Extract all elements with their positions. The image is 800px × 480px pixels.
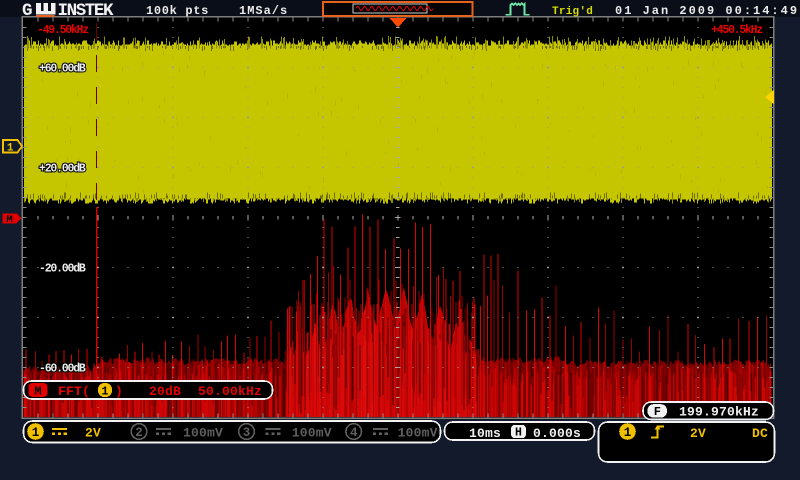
svg-text:H: H [515,426,522,439]
svg-text:G: G [22,1,33,21]
svg-text:100mV: 100mV [292,425,332,440]
svg-text:01 Jan 2009 00:14:49: 01 Jan 2009 00:14:49 [615,4,799,18]
svg-text:100k pts: 100k pts [146,4,209,18]
svg-text:Trig'd: Trig'd [552,6,593,18]
svg-text:1: 1 [7,143,14,155]
svg-text:2: 2 [135,426,143,440]
svg-text:2V: 2V [690,426,706,441]
svg-text:F: F [654,405,661,419]
svg-text:INSTEK: INSTEK [58,1,115,21]
svg-text:+20.00dB: +20.00dB [39,163,86,176]
svg-text:100mV: 100mV [398,425,438,440]
svg-text:-20.00dB: -20.00dB [39,263,86,276]
svg-text:1: 1 [624,426,632,440]
svg-text:FFT(: FFT( [58,384,90,399]
svg-text:M: M [34,385,41,399]
svg-text:199.970kHz: 199.970kHz [679,404,759,419]
svg-text:M: M [6,214,12,226]
svg-text:4: 4 [350,426,358,440]
svg-text:2V: 2V [85,425,101,440]
svg-text:-60.00dB: -60.00dB [39,363,86,376]
svg-text:10ms: 10ms [469,426,501,441]
svg-text:1MSa/s: 1MSa/s [239,4,288,18]
svg-text:50.00kHz: 50.00kHz [198,384,262,399]
svg-text:): ) [115,384,123,399]
svg-text:-49.50kHz: -49.50kHz [37,24,89,37]
svg-text:0.000s: 0.000s [533,426,581,441]
svg-text:+60.00dB: +60.00dB [39,63,86,76]
svg-text:DC: DC [752,426,768,441]
svg-text:1: 1 [32,426,40,440]
svg-text:+450.5kHz: +450.5kHz [711,24,763,37]
svg-text:20dB: 20dB [149,384,181,399]
svg-text:3: 3 [243,426,251,440]
svg-text:1: 1 [102,385,109,398]
svg-text:100mV: 100mV [183,425,223,440]
